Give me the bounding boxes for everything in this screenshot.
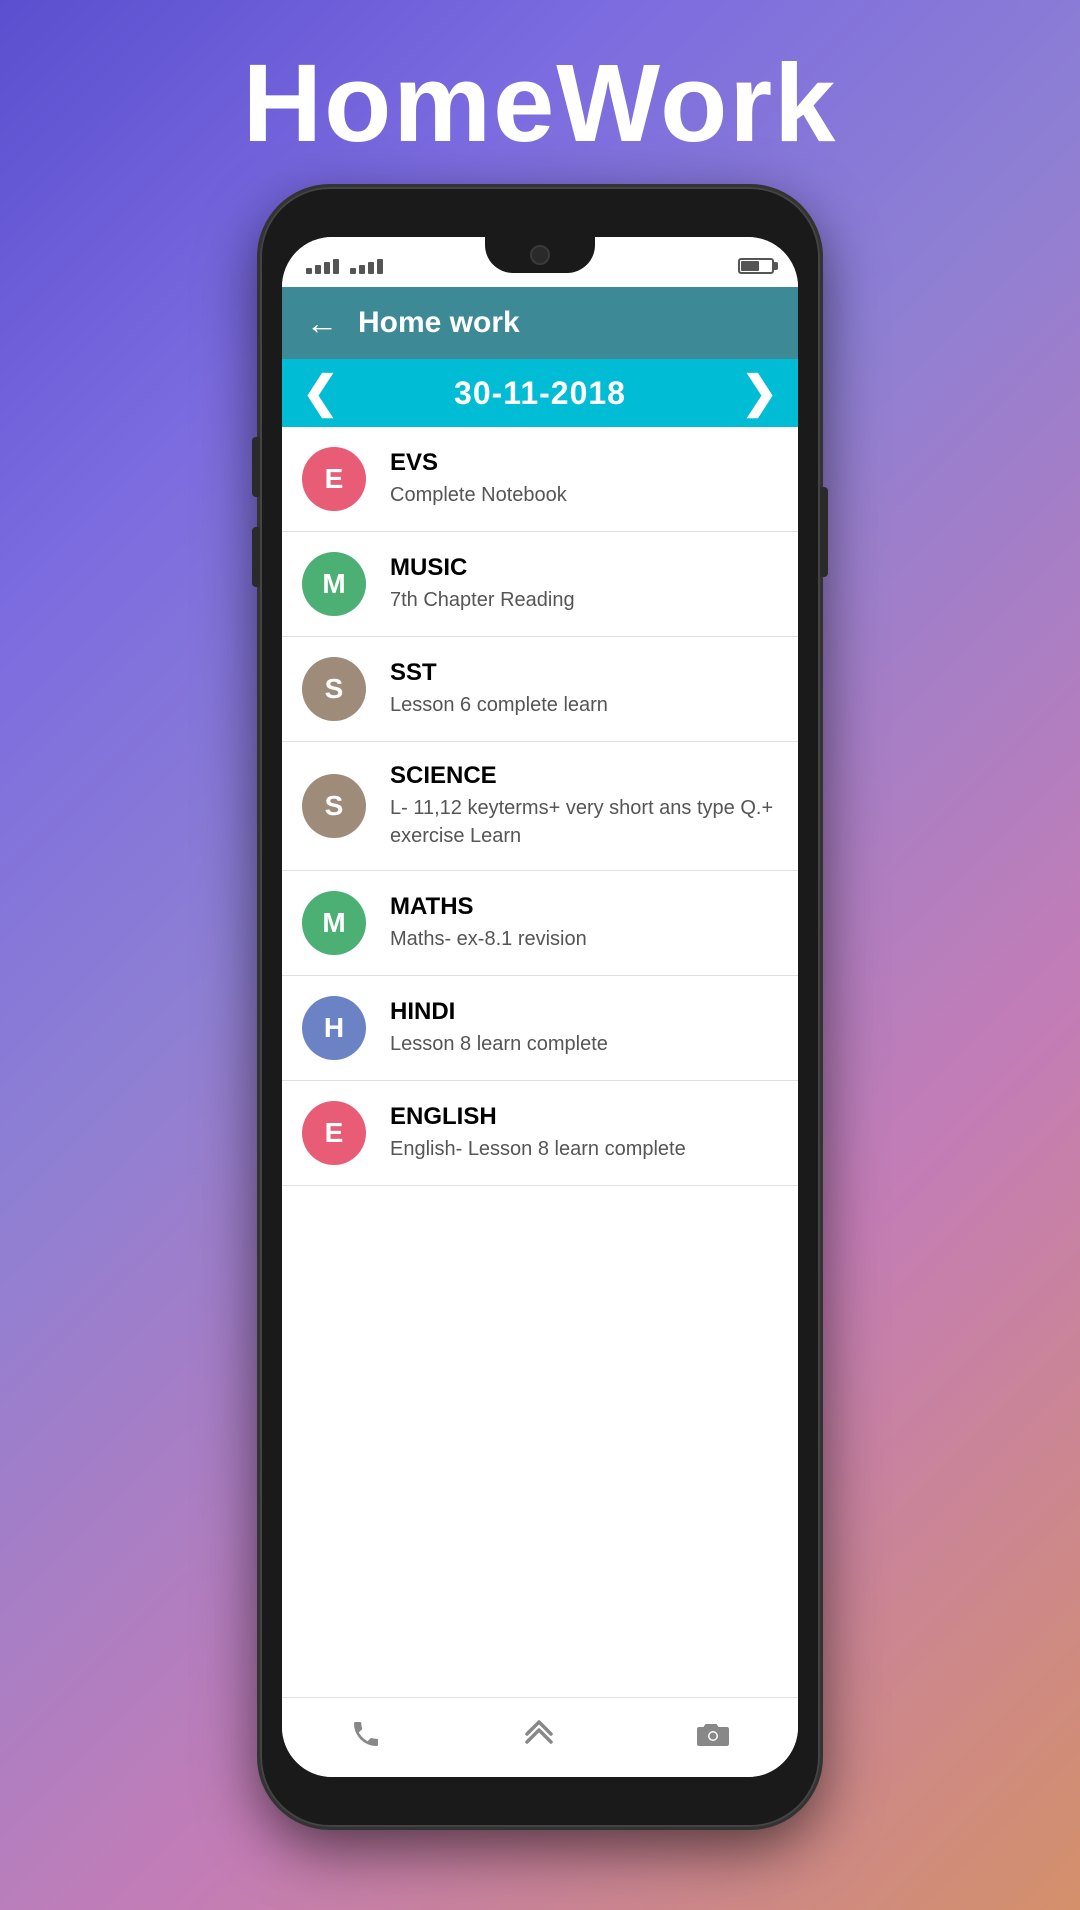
signal-bar-5 [350,268,356,274]
subject-item[interactable]: S SST Lesson 6 complete learn [282,637,798,742]
phone-icon[interactable] [350,1718,382,1758]
subject-name: MUSIC [390,554,778,582]
subject-item[interactable]: M MUSIC 7th Chapter Reading [282,532,798,637]
phone-screen: ← Home work ❮ 30-11-2018 ❯ E EVS Complete … [282,237,798,1777]
subject-task: Complete Notebook [390,481,778,509]
signal-bar-4 [333,259,339,274]
subject-item[interactable]: E ENGLISH English- Lesson 8 learn complete [282,1081,798,1186]
subject-avatar: M [302,891,366,955]
camera-dot [530,245,550,265]
signal-bar-8 [377,259,383,274]
subject-info: HINDI Lesson 8 learn complete [390,998,778,1058]
subject-avatar: M [302,552,366,616]
subject-list: E EVS Complete Notebook M MUSIC 7th Chapter R… [282,427,798,1697]
subject-item[interactable]: S SCIENCE L- 11,12 keyterms+ very short an… [282,742,798,871]
phone-mockup: ← Home work ❮ 30-11-2018 ❯ E EVS Complete … [260,187,820,1827]
signal-bars [306,259,383,274]
date-navigation: ❮ 30-11-2018 ❯ [282,359,798,427]
signal-bar-2 [315,265,321,274]
subject-info: MATHS Maths- ex-8.1 revision [390,893,778,953]
subject-name: HINDI [390,998,778,1026]
subject-item[interactable]: M MATHS Maths- ex-8.1 revision [282,871,798,976]
subject-info: MUSIC 7th Chapter Reading [390,554,778,614]
signal-bar-6 [359,265,365,274]
subject-task: L- 11,12 keyterms+ very short ans type Q… [390,794,778,850]
subject-task: 7th Chapter Reading [390,586,778,614]
app-header: ← Home work [282,287,798,359]
camera-icon[interactable] [696,1719,730,1756]
subject-item[interactable]: E EVS Complete Notebook [282,427,798,532]
back-button[interactable]: ← [306,305,338,342]
subject-info: SCIENCE L- 11,12 keyterms+ very short ans… [390,762,778,850]
subject-item[interactable]: H HINDI Lesson 8 learn complete [282,976,798,1081]
phone-notch [485,237,595,273]
subject-task: Lesson 8 learn complete [390,1030,778,1058]
battery-icon [738,258,774,274]
subject-avatar: E [302,1101,366,1165]
subject-avatar: S [302,657,366,721]
next-date-button[interactable]: ❯ [741,371,778,415]
subject-task: Maths- ex-8.1 revision [390,925,778,953]
subject-info: ENGLISH English- Lesson 8 learn complete [390,1103,778,1163]
subject-info: SST Lesson 6 complete learn [390,659,778,719]
battery-fill [741,261,759,271]
subject-name: SST [390,659,778,687]
subject-name: ENGLISH [390,1103,778,1131]
page-title: HomeWork [243,40,838,167]
subject-name: EVS [390,449,778,477]
subject-avatar: H [302,996,366,1060]
home-chevron-icon[interactable] [519,1716,559,1760]
screen-title: Home work [358,306,520,340]
subject-avatar: S [302,774,366,838]
signal-bar-3 [324,262,330,274]
subject-name: SCIENCE [390,762,778,790]
subject-task: English- Lesson 8 learn complete [390,1135,778,1163]
subject-info: EVS Complete Notebook [390,449,778,509]
subject-name: MATHS [390,893,778,921]
bottom-nav [282,1697,798,1777]
prev-date-button[interactable]: ❮ [302,371,339,415]
signal-bar-7 [368,262,374,274]
subject-task: Lesson 6 complete learn [390,691,778,719]
current-date: 30-11-2018 [454,375,626,412]
signal-bar-1 [306,268,312,274]
subject-avatar: E [302,447,366,511]
